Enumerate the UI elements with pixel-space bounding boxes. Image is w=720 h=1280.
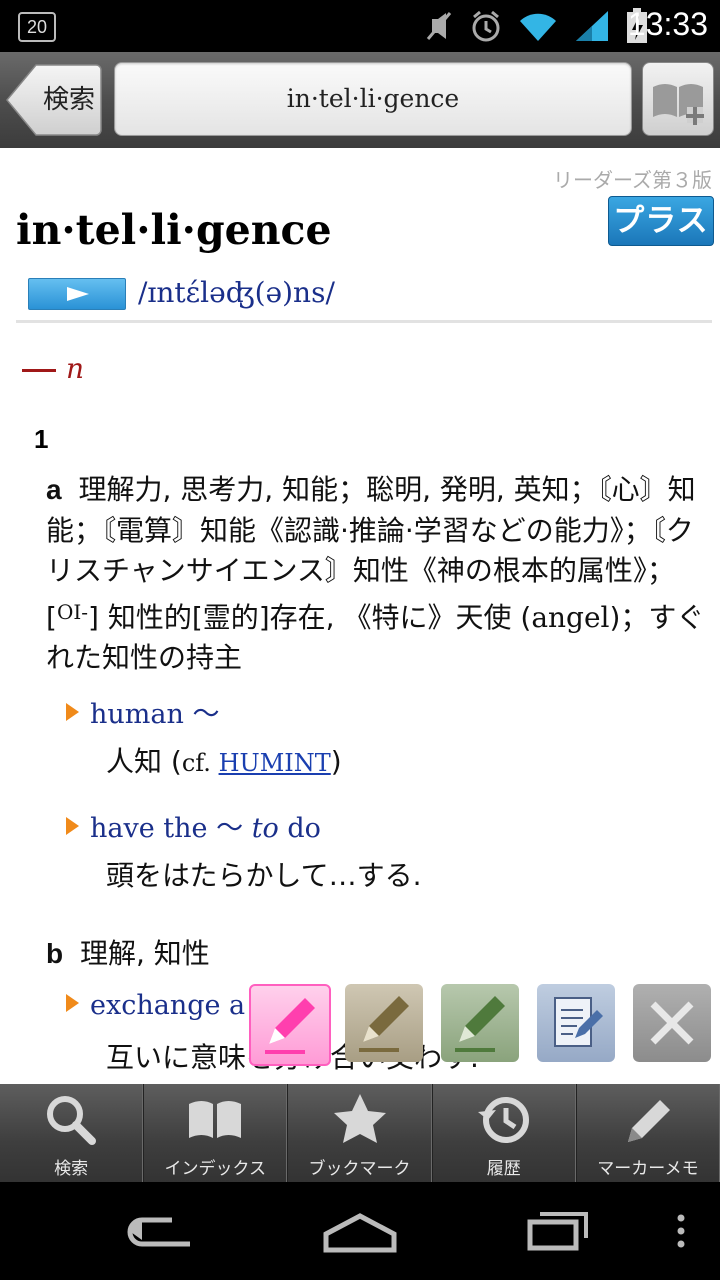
status-icons: [424, 8, 648, 44]
example-translation: 頭をはたらかして…する.: [106, 859, 422, 892]
tab-label: マーカーメモ: [597, 1159, 699, 1179]
tab-index[interactable]: インデックス: [143, 1084, 288, 1182]
part-of-speech: n: [22, 352, 84, 385]
sense-number: 1: [34, 424, 49, 454]
alarm-icon: [472, 10, 500, 42]
green-marker-button[interactable]: [441, 984, 519, 1062]
example-phrase-text: human 〜: [90, 699, 220, 730]
toolbar: 検索 in·tel·li·gence: [0, 52, 720, 148]
tab-label: 検索: [54, 1159, 89, 1179]
plus-badge-button[interactable]: プラス: [608, 196, 714, 246]
bullet-triangle-icon: [66, 703, 79, 721]
bullet-triangle-icon: [66, 817, 79, 835]
system-nav-bar: [0, 1182, 720, 1280]
dictionary-entry: リーダーズ第３版 プラス in·tel·li·gence /ɪntέləʤ(ə)…: [0, 148, 720, 1084]
menu-overflow-icon[interactable]: [666, 1182, 696, 1280]
example-phrase[interactable]: human 〜: [66, 692, 219, 731]
example-phrase-italic: to: [251, 813, 279, 844]
sense-a-definition: a 理解力, 思考力, 知能；聡明, 発明, 英知；〘心〙知能；〘電算〙知能《認…: [46, 470, 706, 679]
status-bar: 20 13:33: [0, 0, 720, 52]
pink-marker-icon: [265, 998, 315, 1054]
cf-label: cf.: [181, 749, 219, 777]
back-button-label: 検索: [42, 85, 95, 115]
tab-label: インデックス: [164, 1159, 267, 1179]
sense-b-label: b: [46, 938, 64, 969]
tab-search[interactable]: 検索: [0, 1084, 144, 1182]
search-icon: [47, 1096, 97, 1145]
pos-label: n: [66, 352, 85, 385]
pink-marker-button[interactable]: [249, 984, 331, 1066]
pronunciation-play-button[interactable]: [28, 278, 126, 310]
history-icon: [477, 1097, 529, 1143]
memo-button[interactable]: [537, 984, 615, 1062]
sense-a-bracket: OI-: [56, 599, 88, 624]
headword: in·tel·li·gence: [16, 206, 332, 254]
search-input[interactable]: in·tel·li·gence: [114, 62, 632, 136]
brown-marker-button[interactable]: [345, 984, 423, 1062]
clock: 13:33: [627, 6, 708, 42]
tab-label: 履歴: [486, 1159, 521, 1179]
close-palette-button[interactable]: [633, 984, 711, 1062]
signal-icon: [576, 11, 608, 41]
pencil-icon: [627, 1100, 670, 1142]
sense-a-angel: angel: [531, 600, 610, 634]
close-icon: [650, 1001, 694, 1045]
humint-link[interactable]: HUMINT: [219, 749, 331, 777]
translation-text-end: ): [330, 745, 342, 778]
sense-b-text: 理解, 知性: [71, 937, 210, 970]
marker-palette: [0, 984, 720, 1066]
recents-nav-icon[interactable]: [520, 1182, 600, 1280]
book-add-icon: [653, 84, 704, 125]
example-phrase[interactable]: have the 〜 to do: [66, 806, 321, 845]
home-nav-icon[interactable]: [320, 1182, 400, 1280]
green-marker-icon: [455, 996, 505, 1052]
tab-bookmark[interactable]: ブックマーク: [287, 1084, 432, 1182]
back-nav-icon[interactable]: [120, 1182, 200, 1280]
sense-a-label: a: [46, 474, 62, 505]
example-phrase-text: have the 〜: [90, 813, 252, 844]
example-phrase-text-end: do: [278, 813, 321, 844]
mute-icon: [426, 12, 452, 40]
notification-badge: 20: [18, 12, 56, 42]
brown-marker-icon: [359, 996, 409, 1052]
dictionary-source: リーダーズ第３版: [553, 168, 712, 192]
pronunciation: /ɪntέləʤ(ə)ns/: [138, 276, 335, 309]
tab-history[interactable]: 履歴: [431, 1084, 576, 1182]
memo-icon: [554, 997, 603, 1047]
tab-marker-memo[interactable]: マーカーメモ: [575, 1084, 720, 1182]
search-input-value: in·tel·li·gence: [286, 84, 460, 113]
bottom-tab-bar: 検索 インデックス ブックマーク 履歴 マーカーメモ: [0, 1084, 720, 1182]
back-search-button[interactable]: 検索: [6, 64, 102, 136]
add-bookmark-button[interactable]: [642, 62, 714, 136]
translation-text: 人知 (: [106, 745, 182, 778]
wifi-icon: [520, 13, 556, 42]
star-icon: [333, 1094, 386, 1143]
tab-label: ブックマーク: [308, 1159, 411, 1179]
divider: [16, 320, 712, 323]
sense-a-text-2: ] 知性的[霊的]存在, 《特に》天使 (: [88, 600, 532, 634]
book-icon: [189, 1101, 242, 1138]
sense-b-definition: b 理解, 知性: [46, 932, 210, 972]
example-translation: 人知 (cf. HUMINT): [106, 740, 342, 780]
